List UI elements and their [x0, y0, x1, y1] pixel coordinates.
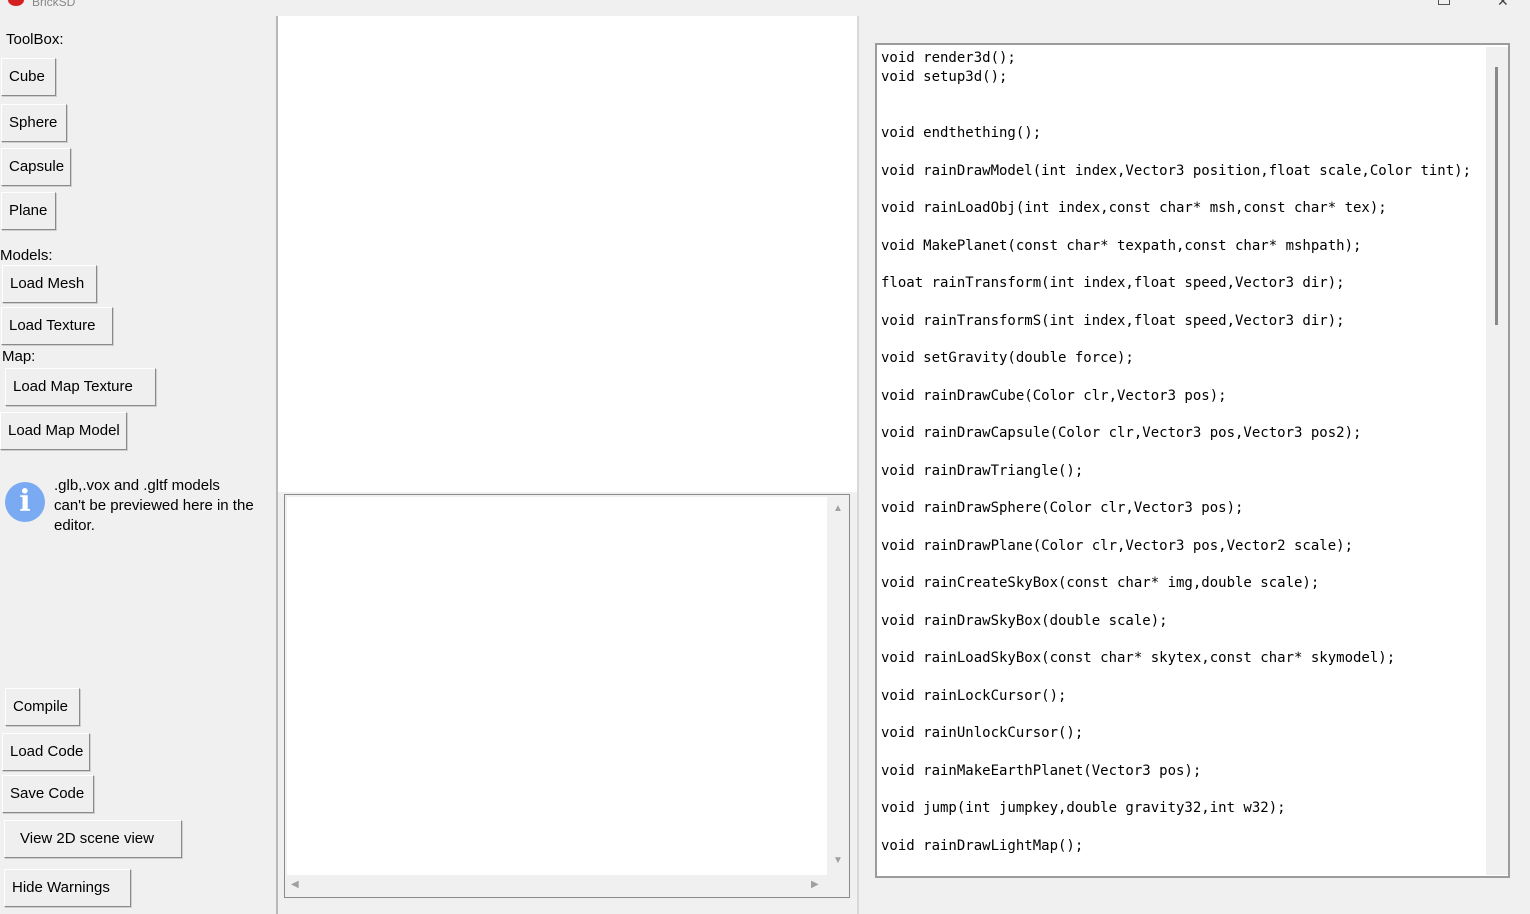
save-code-button[interactable]: Save Code [2, 775, 94, 813]
code-scroll-thumb[interactable] [1495, 67, 1498, 325]
maximize-icon[interactable] [1438, 0, 1450, 5]
map-label: Map: [2, 348, 36, 365]
window-title: BrickSD [32, 0, 76, 9]
compile-button[interactable]: Compile [5, 688, 80, 726]
output-console: ▲ ▼ ◀ ▶ [284, 494, 850, 898]
scroll-up-icon[interactable]: ▲ [833, 503, 843, 514]
code-text[interactable]: void render3d(); void setup3d(); void en… [881, 49, 1471, 855]
load-map-model-button[interactable]: Load Map Model [0, 412, 127, 450]
console-text-area[interactable] [287, 497, 827, 875]
scroll-right-icon[interactable]: ▶ [811, 879, 819, 890]
close-icon[interactable]: ✕ [1497, 0, 1509, 10]
scroll-left-icon[interactable]: ◀ [291, 879, 299, 890]
info-icon: i [5, 482, 45, 522]
code-editor[interactable]: void render3d(); void setup3d(); void en… [875, 43, 1510, 878]
load-map-texture-button[interactable]: Load Map Texture [5, 368, 156, 406]
capsule-button[interactable]: Capsule [1, 148, 71, 186]
app-icon [8, 0, 24, 6]
load-code-button[interactable]: Load Code [2, 733, 90, 771]
3d-preview-viewport[interactable] [278, 16, 859, 492]
viewport-divider [857, 16, 859, 914]
view-2d-scene-button[interactable]: View 2D scene view [4, 820, 182, 858]
title-bar: BrickSD ✕ [0, 0, 1530, 16]
sphere-button[interactable]: Sphere [1, 104, 67, 142]
console-horizontal-scrollbar[interactable]: ◀ ▶ [287, 877, 827, 895]
hide-warnings-button[interactable]: Hide Warnings [4, 869, 131, 907]
code-editor-scrollbar[interactable] [1486, 47, 1508, 875]
models-label: Models: [0, 247, 53, 264]
load-texture-button[interactable]: Load Texture [1, 307, 113, 345]
cube-button[interactable]: Cube [1, 58, 56, 96]
toolbox-label: ToolBox: [6, 31, 64, 48]
load-mesh-button[interactable]: Load Mesh [2, 265, 97, 303]
console-vertical-scrollbar[interactable]: ▲ ▼ [829, 497, 847, 875]
plane-button[interactable]: Plane [1, 192, 56, 230]
scroll-down-icon[interactable]: ▼ [833, 855, 843, 866]
preview-warning-text: .glb,.vox and .gltf models can't be prev… [54, 477, 254, 534]
